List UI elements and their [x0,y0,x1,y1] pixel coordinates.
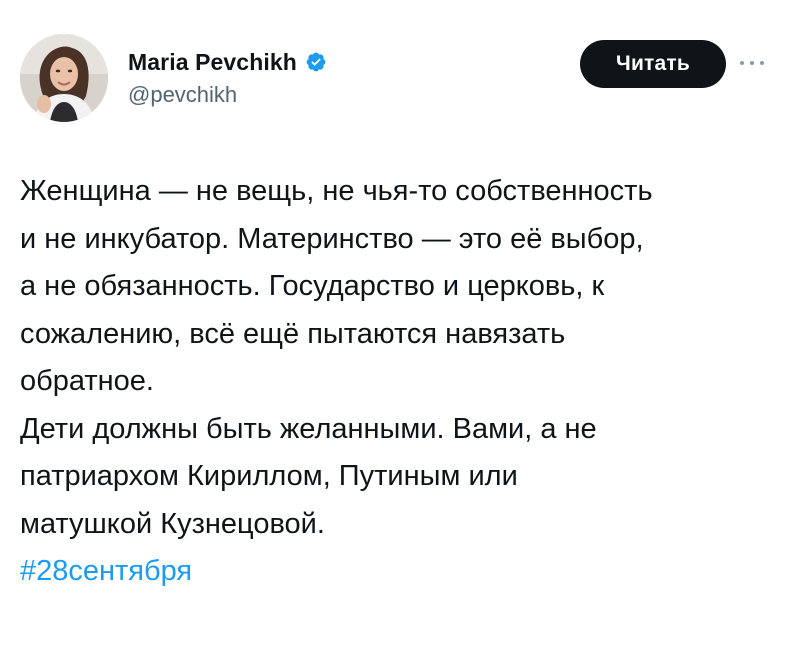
tweet-text: Женщина — не вещь, не чья-то собственнос… [20,168,790,596]
hashtag-link[interactable]: #28сентября [20,548,790,596]
display-name-row: Maria Pevchikh [128,48,327,76]
tweet-line: и не инкубатор. Материнство — это её выб… [20,222,644,255]
user-info: Maria Pevchikh @pevchikh [128,48,327,108]
handle[interactable]: @pevchikh [128,82,327,108]
tweet-line: патриархом Кириллом, Путиным или [20,460,518,492]
tweet-line: обратное. [20,365,154,397]
tweet-line: сожалению, всё ещё пытаются навязать [20,317,566,350]
display-name[interactable]: Maria Pevchikh [128,49,297,76]
more-horizontal-icon[interactable] [738,55,768,71]
tweet-card: Maria Pevchikh @pevchikh Читать Женщина … [0,0,800,646]
tweet-line: матушкой Кузнецовой. [20,507,325,540]
tweet-line: Дети должны быть желанными. Вами, а не [20,412,597,445]
avatar[interactable] [20,34,108,122]
verified-badge-icon [305,51,327,73]
profile-photo-icon [20,34,108,122]
tweet-line: Женщина — не вещь, не чья-то собственнос… [20,175,653,207]
tweet-line: а не обязанность. Государство и церковь,… [20,270,605,302]
follow-button[interactable]: Читать [580,40,726,88]
